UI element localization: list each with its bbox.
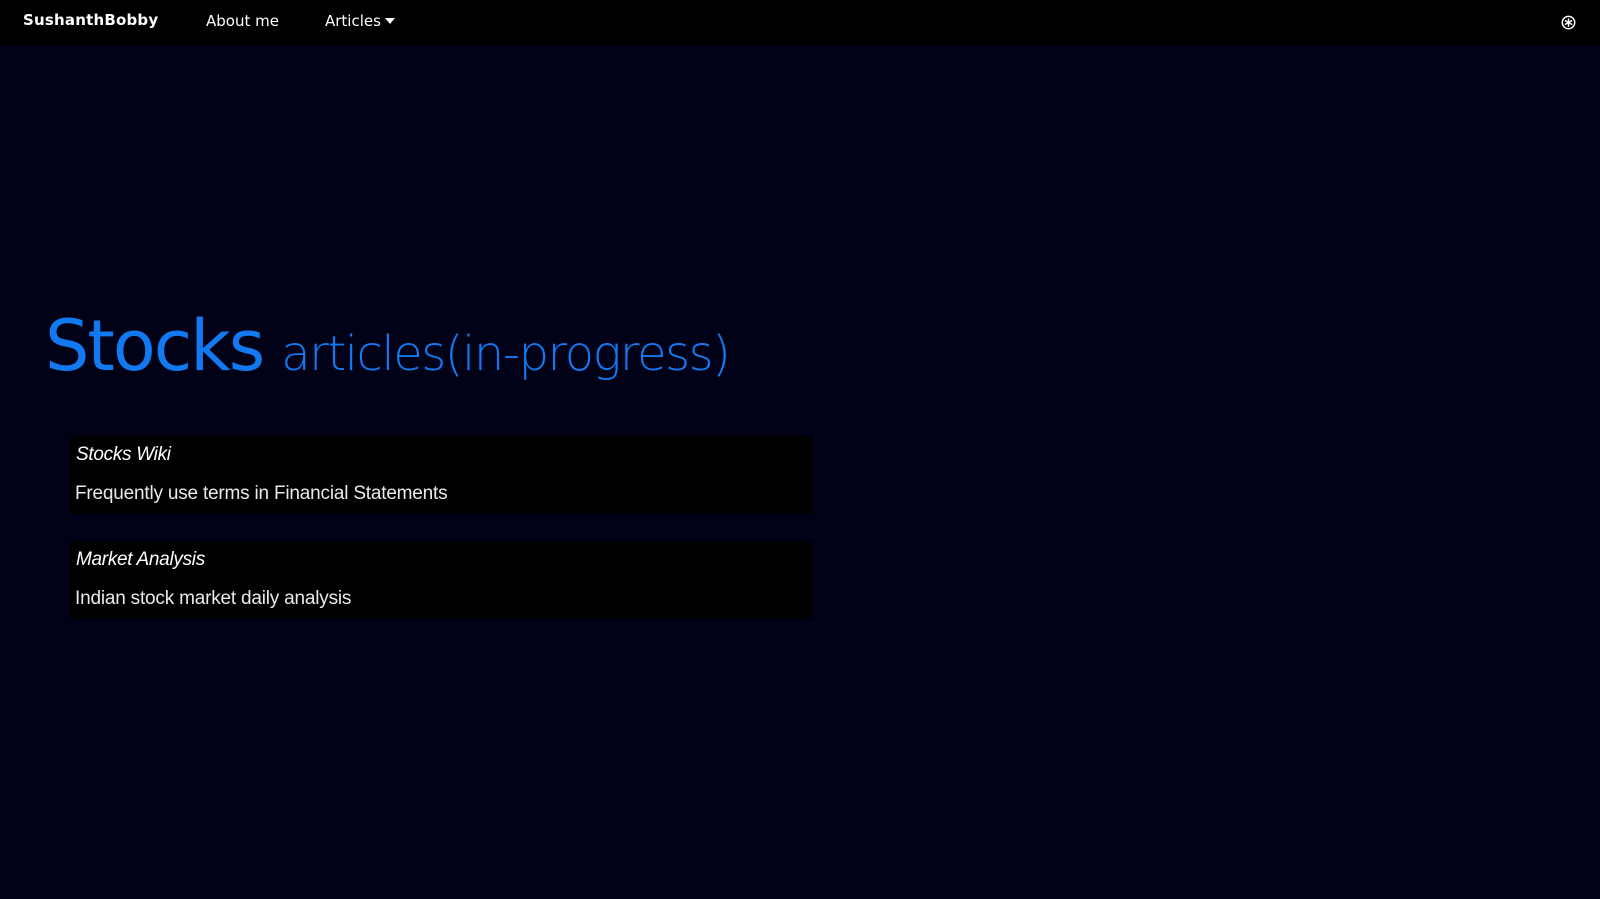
article-card-title: Market Analysis	[76, 549, 205, 570]
caret-down-icon	[384, 17, 395, 24]
article-card-title: Stocks Wiki	[76, 444, 171, 465]
page-title: Stocks	[45, 305, 265, 387]
page-subtitle: articles(in-progress)	[281, 326, 731, 382]
top-navbar: SushanthBobby About me Articles	[0, 0, 1600, 45]
brand-logo-link[interactable]: SushanthBobby	[23, 11, 158, 29]
nav-articles-label: Articles	[325, 12, 381, 30]
nav-about-me-link[interactable]: About me	[206, 12, 279, 30]
nav-about-me-label: About me	[206, 12, 279, 30]
article-card-stocks-wiki[interactable]: Stocks Wiki Frequently use terms in Fina…	[70, 436, 812, 514]
page-heading: Stocks articles(in-progress)	[45, 305, 731, 387]
article-card-market-analysis[interactable]: Market Analysis Indian stock market dail…	[70, 541, 812, 619]
theme-toggle-icon[interactable]	[1561, 15, 1576, 30]
nav-articles-dropdown[interactable]: Articles	[325, 12, 395, 30]
article-card-description: Indian stock market daily analysis	[75, 588, 352, 609]
article-card-description: Frequently use terms in Financial Statem…	[75, 483, 448, 504]
